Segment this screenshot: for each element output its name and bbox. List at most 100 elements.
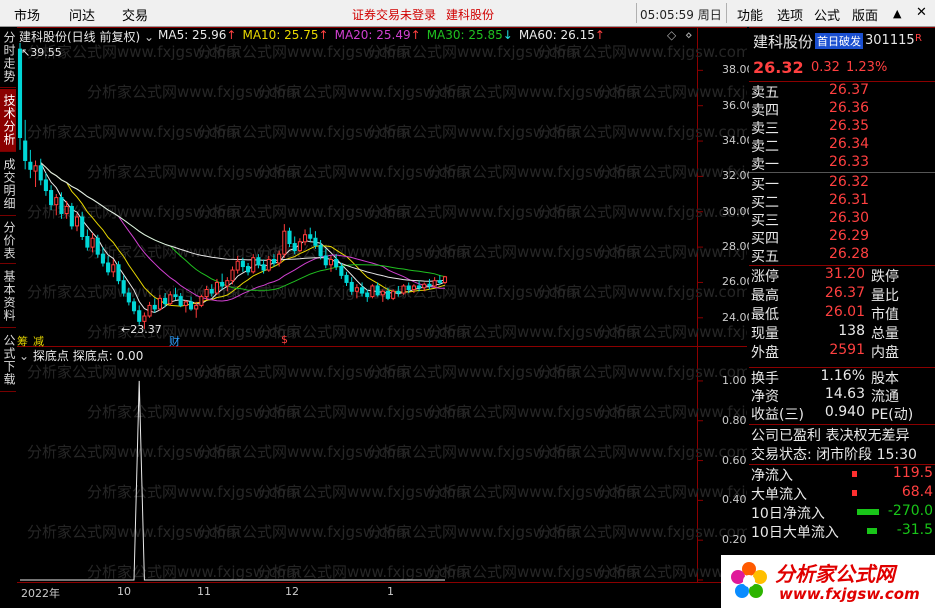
orderbook-price: 26.36 <box>829 100 870 116</box>
tab-formula-download[interactable]: 公式下载 <box>0 329 16 392</box>
orderbook-price: 26.37 <box>829 82 870 98</box>
ma-trend-arrow: ↑ <box>410 28 421 42</box>
candle <box>245 263 251 276</box>
stat2-value: 14.63 <box>824 386 865 402</box>
stat-label: 涨停 <box>751 269 779 285</box>
flow-bar <box>852 471 857 477</box>
stock-name-link[interactable]: 建科股份 <box>446 6 494 23</box>
orderbook-label: 卖一 <box>751 157 779 173</box>
trade-login-notice[interactable]: 证券交易未登录 <box>352 6 436 23</box>
stat2-value: 0.940 <box>824 404 865 420</box>
quote-panel: 建科股份 首日破发 301115 R 26.32 0.32 1.23% 卖五 26… <box>721 27 935 608</box>
orderbook-price: 26.34 <box>829 136 870 152</box>
flow-value: 68.4 <box>901 484 933 500</box>
candle <box>432 277 437 288</box>
ma-legend-item: MA30: 25.85↓ <box>427 28 513 42</box>
stat-right-label: 市值 <box>871 307 899 323</box>
indicator-header: ⌄ 探底点 探底点: 0.00 <box>19 349 144 363</box>
orderbook-price: 26.30 <box>829 210 870 226</box>
indicator-y-tick-label: 0.40 <box>722 493 747 507</box>
stat2-label: 换手 <box>751 371 779 387</box>
orderbook-label: 买二 <box>751 195 779 211</box>
stat-right-label: 量比 <box>871 288 899 304</box>
ma-trend-arrow: ↑ <box>318 28 329 42</box>
stat2-value: 1.16% <box>820 368 865 384</box>
svg-text:分析家公式网www.fxjgsw.com: 分析家公式网www.fxjgsw.com <box>537 43 747 61</box>
menu-market[interactable]: 市场 <box>14 5 40 24</box>
series-line-ma20 <box>40 162 446 302</box>
stat-label: 外盘 <box>751 345 779 361</box>
orderbook-price: 26.33 <box>829 154 870 170</box>
candle <box>111 259 116 278</box>
orderbook-label: 买一 <box>751 177 779 193</box>
candle <box>33 160 38 187</box>
candle <box>147 301 152 318</box>
flow-label: 净流入 <box>751 468 793 484</box>
orderbook-label: 买三 <box>751 213 779 229</box>
collapse-icon[interactable]: ▲ <box>893 7 901 20</box>
candlestick-chart[interactable]: 分析家公式网www.fxjgsw.com 分析家公式网www.fxjgsw.com… <box>17 27 747 608</box>
site-logo: 分析家公式网 www.fxjgsw.com <box>721 555 935 608</box>
candle <box>308 227 313 242</box>
tab-trade-detail[interactable]: 成交明细 <box>0 153 16 216</box>
ma-legend-value: MA5: 25.96 <box>158 28 227 42</box>
stat-right-label: 跌停 <box>871 269 899 285</box>
stat2-right-label: 股本 <box>871 371 899 387</box>
orderbook-label: 卖二 <box>751 139 779 155</box>
tab-intraday[interactable]: 分时走势 <box>0 27 16 88</box>
x-tick-10: 10 <box>117 585 131 598</box>
candle <box>116 261 121 285</box>
main-chart-area: 分析家公式网www.fxjgsw.com 分析家公式网www.fxjgsw.com… <box>17 27 754 608</box>
ma-legend-value: MA10: 25.75 <box>242 28 319 42</box>
flow-label: 10日大单流入 <box>751 525 839 541</box>
ma-legend-value: MA20: 25.49 <box>334 28 411 42</box>
stat-value: 26.37 <box>824 285 865 301</box>
svg-text:分析家公式网www.fxjgsw.com: 分析家公式网www.fxjgsw.com <box>537 123 747 141</box>
orderbook-price: 26.29 <box>829 228 870 244</box>
finance-marker[interactable]: 财 <box>169 333 180 349</box>
current-price: 26.32 <box>753 58 804 77</box>
flow-bar <box>867 528 877 534</box>
menu-options[interactable]: 选项 <box>777 5 803 24</box>
tab-price-table[interactable]: 分价表 <box>0 217 16 264</box>
tab-basic-info[interactable]: 基本资料 <box>0 265 16 328</box>
ma-legend-item: MA60: 26.15↑ <box>519 28 605 42</box>
menu-formula[interactable]: 公式 <box>814 5 840 24</box>
ma-legend-item: MA5: 25.96↑ <box>158 28 236 42</box>
tab-technical[interactable]: 技术分析 <box>0 89 16 152</box>
low-annotation: ←23.37 <box>121 323 162 336</box>
stat-right-label: 总量 <box>871 326 899 342</box>
stat2-right-label: 流通 <box>871 389 899 405</box>
flow-label: 大单流入 <box>751 487 807 503</box>
chart-expand-icon[interactable]: ◇ <box>667 28 676 42</box>
chart-menu-icon[interactable]: ⋄ <box>685 28 693 42</box>
ma-trend-arrow: ↓ <box>502 28 513 42</box>
stock-tag: 首日破发 <box>815 33 863 49</box>
ma-legend-value: MA60: 26.15 <box>518 28 595 42</box>
flow-value: 119.5 <box>892 465 933 481</box>
dividend-marker[interactable]: $ <box>281 333 288 346</box>
stat-value: 2591 <box>829 342 865 358</box>
svg-text:分析家公式网www.fxjgsw.com: 分析家公式网www.fxjgsw.com <box>537 523 747 541</box>
stat-value: 138 <box>838 323 865 339</box>
candle <box>194 301 199 318</box>
stat-label: 现量 <box>751 326 779 342</box>
stat-value: 31.20 <box>824 266 865 282</box>
chart-title: 建科股份(日线 前复权) ⌄ <box>19 30 155 44</box>
flow-bar <box>857 509 879 515</box>
stat-label: 最低 <box>751 307 779 323</box>
indicator-y-tick-label: 0.60 <box>722 453 747 467</box>
high-annotation: ↖39.55 <box>21 46 62 59</box>
candle <box>297 238 302 253</box>
stock-code: 301115 <box>865 33 915 48</box>
candle <box>401 284 406 295</box>
candle <box>370 284 375 299</box>
candle <box>121 275 126 297</box>
menu-trade[interactable]: 交易 <box>122 5 148 24</box>
close-icon[interactable]: ✕ <box>916 5 927 20</box>
orderbook-price: 26.35 <box>829 118 870 134</box>
menu-function[interactable]: 功能 <box>737 5 763 24</box>
menu-wenda[interactable]: 问达 <box>69 5 95 24</box>
menu-layout[interactable]: 版面 <box>852 5 878 24</box>
candle <box>38 158 43 186</box>
